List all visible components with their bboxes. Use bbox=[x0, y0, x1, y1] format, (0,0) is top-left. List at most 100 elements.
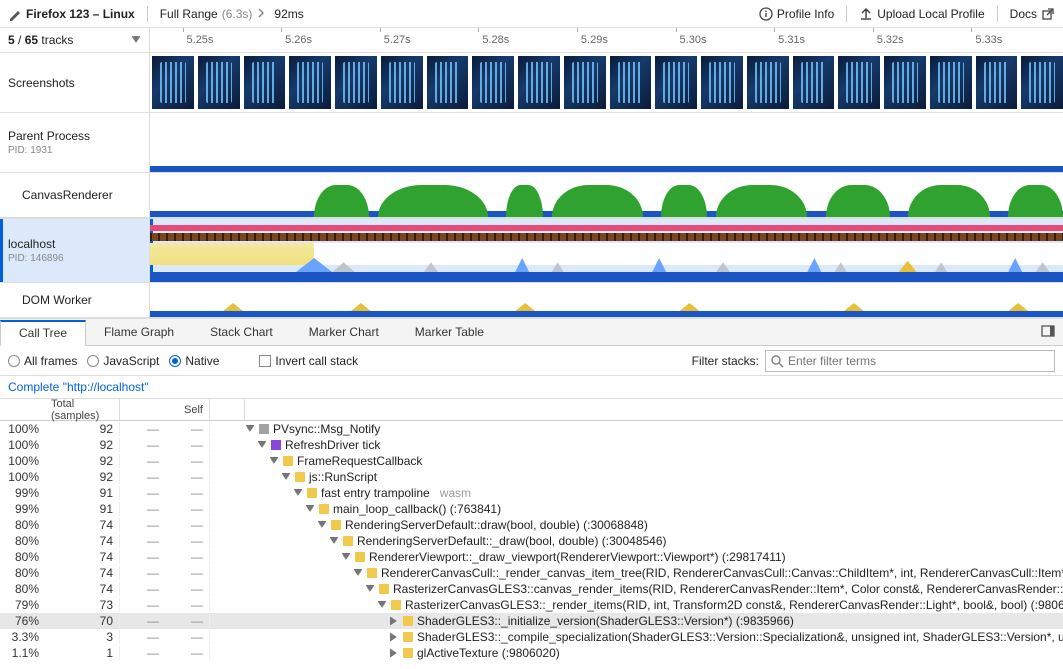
tab-stack-chart[interactable]: Stack Chart bbox=[192, 319, 291, 345]
profile-title[interactable]: Firefox 123 – Linux bbox=[8, 7, 135, 21]
radio-javascript[interactable]: JavaScript bbox=[87, 354, 159, 368]
screenshot-thumb[interactable] bbox=[701, 56, 743, 109]
tab-flame-graph[interactable]: Flame Graph bbox=[86, 319, 192, 345]
collapse-icon[interactable] bbox=[281, 472, 291, 482]
screenshot-thumb[interactable] bbox=[381, 56, 423, 109]
table-row[interactable]: 100%92——js::RunScript bbox=[0, 469, 1063, 485]
track-dom-worker[interactable] bbox=[150, 283, 1063, 318]
table-row[interactable]: 80%74——RendererCanvasCull::_render_canva… bbox=[0, 565, 1063, 581]
category-swatch bbox=[295, 472, 305, 482]
radio-icon bbox=[87, 355, 99, 367]
track-label-dom-worker[interactable]: DOM Worker bbox=[0, 283, 149, 318]
table-row[interactable]: 80%74——RendererViewport::_draw_viewport(… bbox=[0, 549, 1063, 565]
screenshot-thumb[interactable] bbox=[198, 56, 240, 109]
expand-icon[interactable] bbox=[389, 616, 399, 626]
track-label-canvas-renderer[interactable]: CanvasRenderer bbox=[0, 173, 149, 218]
checkbox-icon bbox=[259, 355, 271, 367]
screenshot-thumb[interactable] bbox=[335, 56, 377, 109]
collapse-icon[interactable] bbox=[365, 584, 375, 594]
collapse-icon[interactable] bbox=[269, 456, 279, 466]
collapse-icon[interactable] bbox=[341, 552, 351, 562]
function-name: RendererViewport::_draw_viewport(Rendere… bbox=[369, 550, 786, 564]
col-header-total-pct[interactable] bbox=[0, 399, 45, 420]
table-row[interactable]: 99%91——main_loop_callback() (:763841) bbox=[0, 501, 1063, 517]
table-row[interactable]: 100%92——RefreshDriver tick bbox=[0, 437, 1063, 453]
screenshot-thumb[interactable] bbox=[289, 56, 331, 109]
screenshot-thumb[interactable] bbox=[518, 56, 560, 109]
table-row[interactable]: 76%70——ShaderGLES3::_initialize_version(… bbox=[0, 613, 1063, 629]
separator bbox=[997, 6, 998, 22]
calltree-rows[interactable]: 100%92——PVsync::Msg_Notify100%92——Refres… bbox=[0, 421, 1063, 667]
screenshot-thumb[interactable] bbox=[747, 56, 789, 109]
table-row[interactable]: 100%92——PVsync::Msg_Notify bbox=[0, 421, 1063, 437]
sidebar-toggle-button[interactable] bbox=[1033, 324, 1063, 341]
table-row[interactable]: 100%92——FrameRequestCallback bbox=[0, 453, 1063, 469]
track-label-screenshots[interactable]: Screenshots bbox=[0, 53, 149, 113]
table-row[interactable]: 80%74——RasterizerCanvasGLES3::canvas_ren… bbox=[0, 581, 1063, 597]
tab-call-tree[interactable]: Call Tree bbox=[0, 320, 86, 346]
col-header-self-pct[interactable] bbox=[120, 399, 165, 420]
upload-icon bbox=[859, 7, 873, 21]
collapse-icon[interactable] bbox=[377, 600, 387, 610]
tab-marker-chart[interactable]: Marker Chart bbox=[291, 319, 397, 345]
table-row[interactable]: 3.3%3——ShaderGLES3::_compile_specializat… bbox=[0, 629, 1063, 645]
range-full[interactable]: Full Range (6.3s) bbox=[160, 7, 253, 21]
category-swatch bbox=[271, 440, 281, 450]
col-header-total-samples[interactable]: Total (samples) bbox=[45, 399, 120, 420]
expand-icon[interactable] bbox=[389, 632, 399, 642]
screenshot-thumb[interactable] bbox=[976, 56, 1018, 109]
category-swatch bbox=[403, 648, 413, 658]
collapse-icon[interactable] bbox=[293, 488, 303, 498]
screenshot-thumb[interactable] bbox=[655, 56, 697, 109]
screenshot-thumb[interactable] bbox=[930, 56, 972, 109]
screenshot-thumb[interactable] bbox=[838, 56, 880, 109]
table-row[interactable]: 80%74——RenderingServerDefault::_draw(boo… bbox=[0, 533, 1063, 549]
screenshot-thumb[interactable] bbox=[564, 56, 606, 109]
range-selection[interactable]: 92ms bbox=[274, 7, 303, 21]
track-canvas-renderer[interactable] bbox=[150, 173, 1063, 218]
breadcrumb-complete[interactable]: Complete "http://localhost" bbox=[8, 380, 149, 394]
expand-icon[interactable] bbox=[389, 648, 399, 658]
collapse-icon[interactable] bbox=[329, 536, 339, 546]
tracks-dropdown[interactable]: 5 / 65 tracks bbox=[0, 28, 150, 52]
track-screenshots[interactable] bbox=[150, 53, 1063, 113]
screenshot-thumb[interactable] bbox=[244, 56, 286, 109]
screenshot-thumb[interactable] bbox=[1021, 56, 1063, 109]
chevron-right-icon bbox=[258, 7, 268, 21]
collapse-icon[interactable] bbox=[317, 520, 327, 530]
screenshot-thumb[interactable] bbox=[472, 56, 514, 109]
table-row[interactable]: 80%74——RenderingServerDefault::draw(bool… bbox=[0, 517, 1063, 533]
function-name: ShaderGLES3::_compile_specialization(Sha… bbox=[417, 630, 1063, 644]
docs-link[interactable]: Docs bbox=[1010, 7, 1055, 21]
timeline: Screenshots Parent Process PID: 1931 Can… bbox=[0, 53, 1063, 318]
radio-all-frames[interactable]: All frames bbox=[8, 354, 77, 368]
checkbox-invert-call-stack[interactable]: Invert call stack bbox=[259, 354, 358, 368]
filter-stacks-input[interactable] bbox=[765, 350, 1055, 372]
screenshot-thumb[interactable] bbox=[884, 56, 926, 109]
track-label-parent-process[interactable]: Parent Process PID: 1931 bbox=[0, 113, 149, 173]
collapse-icon[interactable] bbox=[257, 440, 267, 450]
function-name: FrameRequestCallback bbox=[297, 454, 422, 468]
screenshot-thumb[interactable] bbox=[427, 56, 469, 109]
table-row[interactable]: 79%73——RasterizerCanvasGLES3::_render_it… bbox=[0, 597, 1063, 613]
track-label-localhost[interactable]: localhost PID: 146896 bbox=[0, 218, 149, 283]
col-header-self[interactable]: Self bbox=[165, 399, 210, 420]
table-row[interactable]: 1.1%1——glActiveTexture (:9806020) bbox=[0, 645, 1063, 661]
collapse-icon[interactable] bbox=[245, 424, 255, 434]
radio-native[interactable]: Native bbox=[169, 354, 219, 368]
track-localhost[interactable] bbox=[150, 218, 1063, 283]
collapse-icon[interactable] bbox=[305, 504, 315, 514]
profile-info-button[interactable]: Profile Info bbox=[759, 7, 834, 21]
table-row[interactable]: 99%91——fast entry trampolinewasm bbox=[0, 485, 1063, 501]
tab-marker-table[interactable]: Marker Table bbox=[397, 319, 502, 345]
function-name: RefreshDriver tick bbox=[285, 438, 380, 452]
screenshot-thumb[interactable] bbox=[793, 56, 835, 109]
screenshot-thumb[interactable] bbox=[152, 56, 194, 109]
function-name: RendererCanvasCull::_render_canvas_item_… bbox=[381, 566, 1063, 580]
track-parent-process[interactable] bbox=[150, 113, 1063, 173]
upload-button[interactable]: Upload Local Profile bbox=[859, 7, 984, 21]
time-ruler[interactable]: 5.25s5.26s5.27s5.28s5.29s5.30s5.31s5.32s… bbox=[150, 28, 1063, 52]
collapse-icon[interactable] bbox=[353, 568, 363, 578]
screenshot-thumb[interactable] bbox=[610, 56, 652, 109]
track-graph-column[interactable] bbox=[150, 53, 1063, 318]
